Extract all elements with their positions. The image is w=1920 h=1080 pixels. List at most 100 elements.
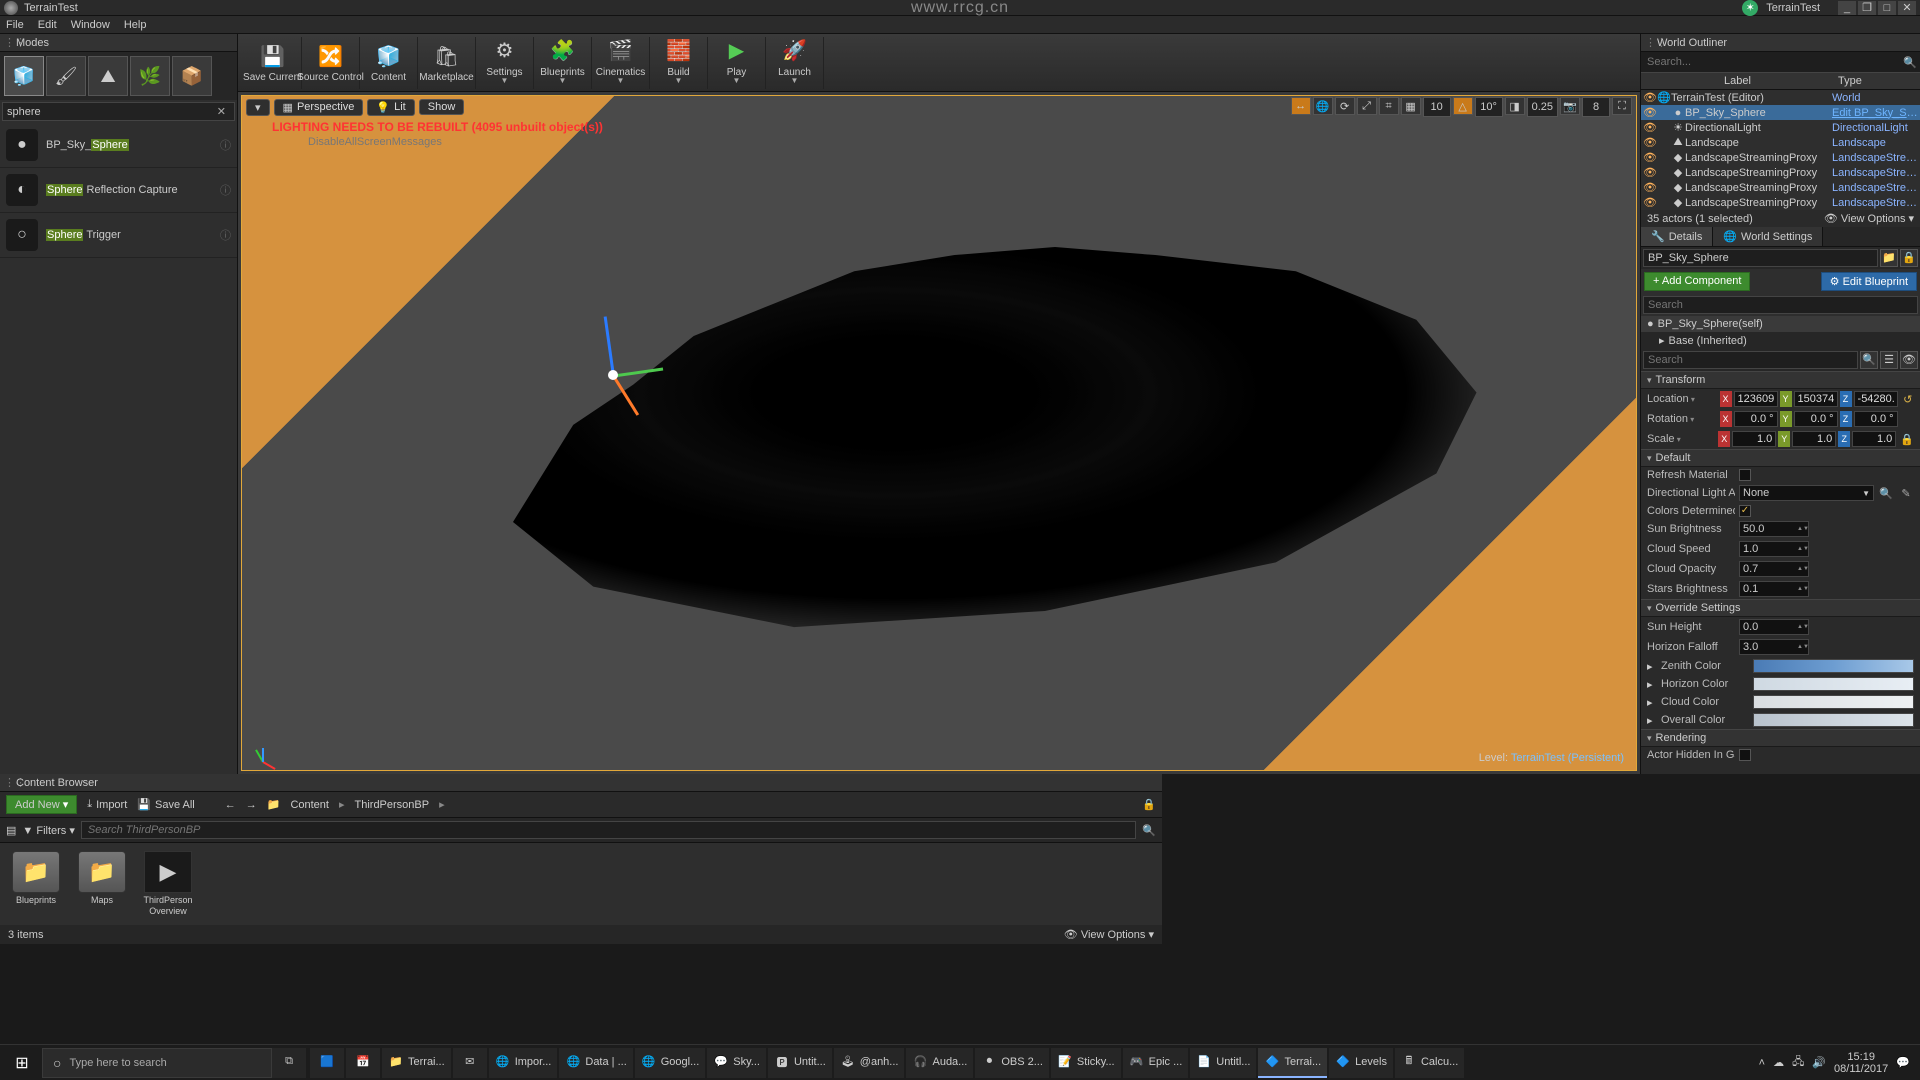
world-local-button[interactable]: 🌐	[1313, 97, 1333, 115]
outliner-row[interactable]: 👁 ● BP_Sky_Sphere Edit BP_Sky_Sph	[1641, 105, 1920, 120]
build-button[interactable]: 🧱Build▼	[650, 37, 708, 89]
taskbar-search[interactable]: ○ Type here to search	[42, 1048, 272, 1078]
scale-z-input[interactable]	[1852, 431, 1896, 447]
component-base[interactable]: ▸Base (Inherited)	[1641, 332, 1920, 349]
tray-up-icon[interactable]: ˄	[1759, 1057, 1765, 1069]
reset-icon[interactable]: ↺	[1902, 393, 1914, 406]
taskbar-app[interactable]: 🌐Impor...	[489, 1048, 558, 1078]
location-x-input[interactable]	[1734, 391, 1778, 407]
filter-icon[interactable]: ☰	[1880, 351, 1898, 369]
details-search-input[interactable]	[1643, 351, 1858, 369]
location-z-input[interactable]	[1854, 391, 1898, 407]
refresh-material-checkbox[interactable]	[1739, 469, 1751, 481]
content-view-options-button[interactable]: View Options	[1081, 929, 1146, 941]
breadcrumb-folder[interactable]: ThirdPersonBP	[355, 799, 430, 811]
rotation-x-input[interactable]	[1734, 411, 1778, 427]
visibility-icon[interactable]: 👁	[1643, 166, 1657, 179]
asset-item[interactable]: 📁 Blueprints	[8, 851, 64, 917]
find-icon[interactable]: 🔍	[1878, 487, 1894, 500]
rotation-label[interactable]: Rotation	[1647, 413, 1716, 425]
selected-object-name[interactable]	[1643, 249, 1878, 267]
search-icon[interactable]: 🔍	[1902, 56, 1918, 69]
menu-window[interactable]: Window	[71, 19, 110, 31]
tray-volume-icon[interactable]: 🔊	[1812, 1056, 1826, 1069]
taskbar-app[interactable]: 📅	[346, 1048, 380, 1078]
mode-landscape-icon[interactable]: ⛰	[88, 56, 128, 96]
sources-toggle-icon[interactable]: ▤	[6, 824, 16, 837]
components-search-input[interactable]	[1643, 296, 1918, 314]
play-button[interactable]: ▶Play▼	[708, 37, 766, 89]
category-transform[interactable]: Transform	[1641, 371, 1920, 389]
taskbar-app[interactable]: 🅿Untit...	[768, 1048, 832, 1078]
taskbar-app[interactable]: 📄Untitl...	[1190, 1048, 1256, 1078]
viewport[interactable]: ▾ ▦Perspective 💡Lit Show ↔ 🌐 ⟳ ⤢ ⌗ ▦ 10 …	[241, 95, 1637, 771]
scale-label[interactable]: Scale	[1647, 433, 1714, 445]
gizmo-z-axis[interactable]	[604, 316, 615, 376]
cloud-speed-input[interactable]: 1.0▲▼	[1739, 541, 1809, 557]
save-all-button[interactable]: 💾Save All	[137, 798, 194, 811]
launch-button[interactable]: 🚀Launch▼	[766, 37, 824, 89]
outliner-list[interactable]: 👁 🌐 TerrainTest (Editor) World👁 ● BP_Sky…	[1641, 90, 1920, 210]
taskbar-app[interactable]: 🌐Data | ...	[559, 1048, 632, 1078]
perspective-button[interactable]: ▦Perspective	[274, 99, 364, 116]
minimize-button[interactable]: _	[1838, 1, 1856, 15]
component-self[interactable]: ●BP_Sky_Sphere(self)	[1641, 316, 1920, 332]
outliner-row[interactable]: 👁 ◆ LandscapeStreamingProxy LandscapeStr…	[1641, 195, 1920, 210]
outliner-row[interactable]: 👁 ◆ LandscapeStreamingProxy LandscapeStr…	[1641, 180, 1920, 195]
show-button[interactable]: Show	[419, 99, 465, 115]
tab-world-settings[interactable]: 🌐World Settings	[1713, 227, 1823, 246]
grid-snap-value[interactable]: 10	[1423, 97, 1451, 117]
asset-item[interactable]: 📁 Maps	[74, 851, 130, 917]
browse-to-icon[interactable]: 📁	[1880, 249, 1898, 267]
place-item-bp-sky-sphere[interactable]: ● BP_Sky_Sphere ⓘ	[0, 123, 237, 168]
visibility-icon[interactable]: 👁	[1643, 151, 1657, 164]
visibility-icon[interactable]: 👁	[1643, 196, 1657, 209]
content-asset-grid[interactable]: 📁 Blueprints📁 Maps▶ ThirdPerson Overview	[0, 843, 1162, 925]
scale-tool-button[interactable]: ⤢	[1357, 97, 1377, 115]
settings-button[interactable]: ⚙Settings▼	[476, 37, 534, 89]
menu-help[interactable]: Help	[124, 19, 147, 31]
visibility-icon[interactable]: 👁	[1643, 181, 1657, 194]
modes-search-input[interactable]	[7, 106, 213, 118]
maximize-viewport-button[interactable]: ⛶	[1612, 97, 1632, 115]
place-item-sphere-trigger[interactable]: ○ Sphere Trigger ⓘ	[0, 213, 237, 258]
project-tab-label[interactable]: TerrainTest	[1766, 2, 1820, 14]
breadcrumb-root[interactable]: Content	[290, 799, 329, 811]
rotation-y-input[interactable]	[1794, 411, 1838, 427]
outliner-row[interactable]: 👁 ⛰ Landscape Landscape	[1641, 135, 1920, 150]
lock-icon[interactable]: 🔒	[1900, 249, 1918, 267]
taskbar-app[interactable]: 🎮Epic ...	[1123, 1048, 1189, 1078]
info-icon[interactable]: ⓘ	[220, 227, 231, 243]
lock-scale-icon[interactable]: 🔒	[1900, 433, 1914, 446]
edit-blueprint-button[interactable]: ⚙ Edit Blueprint	[1821, 272, 1917, 291]
menu-edit[interactable]: Edit	[38, 19, 57, 31]
nav-back-button[interactable]: ←	[225, 799, 236, 811]
close-button[interactable]: ✕	[1898, 1, 1916, 15]
grid-snap-button[interactable]: ▦	[1401, 97, 1421, 115]
tray-onedrive-icon[interactable]: ☁	[1773, 1056, 1784, 1069]
taskbar-app[interactable]: 💬Sky...	[707, 1048, 766, 1078]
gizmo-origin[interactable]	[608, 370, 618, 380]
outliner-search-input[interactable]	[1643, 54, 1902, 70]
place-item-sphere-reflection[interactable]: ◐ Sphere Reflection Capture ⓘ	[0, 168, 237, 213]
mode-place-icon[interactable]: 🧊	[4, 56, 44, 96]
taskbar-clock[interactable]: 15:1908/11/2017	[1834, 1051, 1888, 1075]
cinematics-button[interactable]: 🎬Cinematics▼	[592, 37, 650, 89]
view-options-button[interactable]: View Options	[1841, 213, 1906, 225]
stars-brightness-input[interactable]: 0.1▲▼	[1739, 581, 1809, 597]
notifications-icon[interactable]: 💬	[1896, 1056, 1910, 1069]
outliner-col-label[interactable]: Label	[1641, 73, 1834, 89]
visibility-icon[interactable]: 👁	[1643, 121, 1657, 134]
menu-file[interactable]: File	[6, 19, 24, 31]
actor-hidden-checkbox[interactable]	[1739, 749, 1751, 761]
taskbar-app[interactable]: ✉	[453, 1048, 487, 1078]
scale-snap-value[interactable]: 0.25	[1527, 97, 1558, 117]
scale-y-input[interactable]	[1792, 431, 1836, 447]
outliner-row[interactable]: 👁 🌐 TerrainTest (Editor) World	[1641, 90, 1920, 105]
directional-light-actor-dropdown[interactable]: None▼	[1739, 485, 1874, 501]
camera-speed-button[interactable]: 📷	[1560, 97, 1580, 115]
blueprints-button[interactable]: 🧩Blueprints▼	[534, 37, 592, 89]
category-default[interactable]: Default	[1641, 449, 1920, 467]
overall-color-swatch[interactable]	[1753, 713, 1914, 727]
viewport-menu-button[interactable]: ▾	[246, 99, 270, 116]
